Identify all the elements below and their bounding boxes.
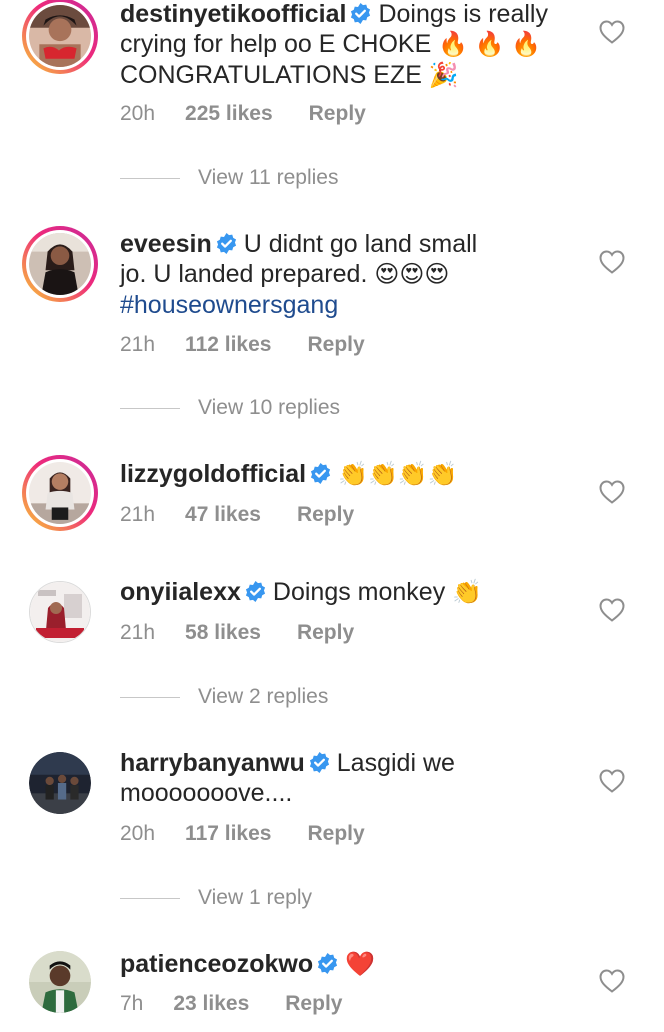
clapping-hands-emoji: 👏 (452, 579, 483, 606)
comment-meta: 7h 23 likes Reply (120, 992, 342, 1016)
profile-photo (29, 462, 91, 524)
profile-photo (29, 5, 91, 67)
timestamp: 20h (120, 102, 156, 125)
comment-body: Lasgidi we (336, 749, 455, 777)
divider-line (120, 407, 180, 409)
like-heart-icon[interactable] (598, 19, 626, 45)
reply-button[interactable]: Reply (297, 503, 354, 527)
avatar[interactable] (22, 745, 98, 821)
reply-button[interactable]: Reply (307, 333, 364, 357)
verified-badge-icon (349, 2, 372, 25)
hashtag-link[interactable]: #houseownersgang (120, 291, 338, 319)
view-replies-button[interactable]: View 10 replies (120, 396, 340, 420)
avatar[interactable] (22, 455, 98, 531)
username[interactable]: lizzygoldofficial (120, 460, 306, 488)
reply-button[interactable]: Reply (309, 102, 366, 126)
avatar[interactable] (22, 226, 98, 302)
reply-button[interactable]: Reply (307, 822, 364, 846)
profile-photo (29, 752, 91, 814)
comment-meta: 20h 117 likes Reply (120, 822, 365, 846)
red-heart-emoji: ❤️ (345, 951, 375, 978)
verified-badge-icon (215, 232, 238, 255)
comment-meta: 21h 58 likes Reply (120, 621, 354, 645)
likes-count[interactable]: 23 likes (173, 992, 249, 1016)
comment-text: patienceozokwo ❤️ (120, 949, 560, 980)
likes-count[interactable]: 58 likes (185, 621, 261, 645)
avatar[interactable] (22, 0, 98, 74)
like-heart-icon[interactable] (598, 968, 626, 994)
comment-body: Doings is really (378, 0, 548, 28)
comment-text: onyiialexx Doings monkey 👏 (120, 577, 560, 608)
view-replies-label: View 1 reply (198, 886, 313, 909)
divider-line (120, 897, 180, 899)
verified-badge-icon (316, 952, 339, 975)
timestamp: 21h (120, 503, 156, 526)
comment-body: jo. U landed prepared. (120, 260, 368, 288)
clapping-hands-emoji: 👏👏👏👏 (338, 461, 458, 488)
comment-body: mooooooove.... (120, 779, 293, 807)
comment-meta: 21h 47 likes Reply (120, 503, 354, 527)
fire-emoji: 🔥 🔥 🔥 (438, 31, 542, 58)
verified-badge-icon (244, 580, 267, 603)
comment-body: U didnt go land small (243, 230, 478, 258)
like-heart-icon[interactable] (598, 597, 626, 623)
username[interactable]: onyiialexx (120, 578, 241, 606)
likes-count[interactable]: 117 likes (185, 822, 271, 846)
comment-body: Doings monkey (272, 578, 446, 606)
comment-text: destinyetikoofficial Doings is really cry… (120, 0, 560, 91)
like-heart-icon[interactable] (598, 479, 626, 505)
like-heart-icon[interactable] (598, 768, 626, 794)
profile-photo (30, 582, 90, 642)
timestamp: 21h (120, 621, 156, 644)
comment-meta: 20h 225 likes Reply (120, 102, 366, 126)
username[interactable]: destinyetikoofficial (120, 0, 346, 28)
party-popper-emoji: 🎉 (428, 62, 459, 89)
reply-button[interactable]: Reply (297, 621, 354, 645)
divider-line (120, 177, 180, 179)
timestamp: 20h (120, 822, 156, 845)
username[interactable]: eveesin (120, 230, 212, 258)
comment-body: CONGRATULATIONS EZE (120, 61, 422, 89)
username[interactable]: patienceozokwo (120, 950, 313, 978)
timestamp: 7h (120, 992, 144, 1015)
avatar[interactable] (22, 944, 98, 1020)
view-replies-button[interactable]: View 1 reply (120, 886, 312, 910)
view-replies-label: View 2 replies (198, 685, 329, 708)
likes-count[interactable]: 47 likes (185, 503, 261, 527)
comment-text: harrybanyanwu Lasgidi we mooooooove.... (120, 748, 560, 808)
likes-count[interactable]: 112 likes (185, 333, 271, 357)
comment-text: eveesin U didnt go land small jo. U lande… (120, 229, 560, 320)
view-replies-button[interactable]: View 11 replies (120, 166, 338, 190)
profile-photo (29, 951, 91, 1013)
view-replies-label: View 10 replies (198, 396, 341, 419)
username[interactable]: harrybanyanwu (120, 749, 305, 777)
heart-eyes-emoji: 😍😍😍 (374, 261, 450, 288)
avatar[interactable] (22, 574, 98, 650)
divider-line (120, 696, 180, 698)
comment-text: lizzygoldofficial 👏👏👏👏 (120, 459, 560, 490)
verified-badge-icon (308, 751, 331, 774)
like-heart-icon[interactable] (598, 249, 626, 275)
verified-badge-icon (309, 462, 332, 485)
reply-button[interactable]: Reply (285, 992, 342, 1016)
comment-body: crying for help oo E CHOKE (120, 30, 432, 58)
timestamp: 21h (120, 333, 156, 356)
view-replies-label: View 11 replies (198, 166, 339, 189)
profile-photo (29, 233, 91, 295)
likes-count[interactable]: 225 likes (185, 102, 273, 126)
comment-meta: 21h 112 likes Reply (120, 333, 365, 357)
view-replies-button[interactable]: View 2 replies (120, 685, 328, 709)
